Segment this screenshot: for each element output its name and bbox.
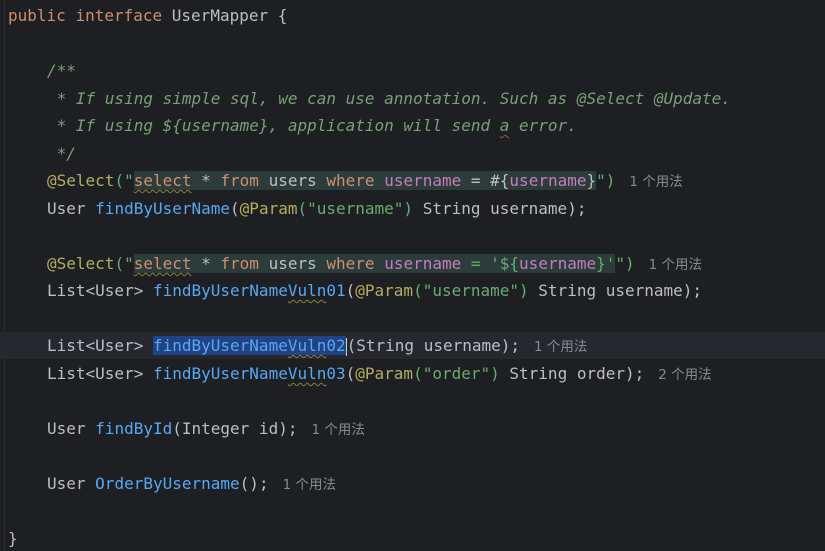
code-line-comment-end[interactable]: */	[0, 140, 825, 167]
code-line-find-by-user-name[interactable]: User findByUserName(@Param("username") S…	[0, 195, 825, 222]
close-brace: }	[8, 529, 18, 548]
param-string: ("username")	[297, 199, 414, 218]
usage-hint[interactable]: 1 个用法	[534, 339, 587, 355]
usage-hint[interactable]: 1 个用法	[283, 477, 336, 493]
method-rest: ();	[239, 474, 269, 493]
comment-typo-a: a	[499, 116, 510, 135]
code-line-select-vuln[interactable]: @Select("select * from users where usern…	[0, 250, 825, 277]
code-line-interface-declaration[interactable]: public interface UserMapper {	[0, 2, 825, 29]
code-line-select-safe[interactable]: @Select("select * from users where usern…	[0, 167, 825, 194]
param-annotation: @Param	[355, 364, 414, 383]
param-rest: String username);	[528, 281, 703, 300]
method-order-by-username[interactable]: OrderByUsername	[95, 474, 240, 493]
keyword-public: public	[8, 6, 66, 25]
code-line-vuln01[interactable]: List<User> findByUserNameVuln01(@Param("…	[0, 277, 825, 304]
method-rest: (Integer id);	[172, 419, 298, 438]
code-line-order-by-username[interactable]: User OrderByUsername(); 1 个用法	[0, 470, 825, 497]
comment-close: */	[47, 144, 76, 163]
method-find-by-user-name[interactable]: findByUserName	[95, 199, 230, 218]
return-type: User	[47, 474, 96, 493]
method-vuln01[interactable]: findByUserNameVuln01	[153, 281, 346, 300]
string-close: ")	[615, 254, 635, 273]
comment-text-annotation: * If using simple sql, we can use annota…	[47, 89, 731, 108]
param-rest: String order);	[499, 364, 645, 383]
param-string: ("order")	[413, 364, 500, 383]
select-annotation: @Select	[47, 254, 115, 273]
usage-hint[interactable]: 1 个用法	[649, 257, 702, 273]
usage-hint[interactable]: 1 个用法	[629, 174, 682, 190]
code-line-find-by-id[interactable]: User findById(Integer id); 1 个用法	[0, 415, 825, 442]
usage-hint[interactable]: 2 个用法	[658, 367, 711, 383]
return-type: User	[47, 199, 96, 218]
usage-hint[interactable]: 1 个用法	[311, 422, 364, 438]
code-line-comment-2[interactable]: * If using ${username}, application will…	[0, 112, 825, 139]
method-rest: (String username);	[346, 336, 521, 355]
code-line-vuln03[interactable]: List<User> findByUserNameVuln03(@Param("…	[0, 360, 825, 387]
param-rest: String username);	[413, 199, 587, 218]
comment-text-error: error.	[509, 116, 577, 135]
open-brace: {	[277, 6, 288, 25]
method-find-by-id[interactable]: findById	[95, 419, 172, 438]
interface-name[interactable]: UserMapper	[172, 6, 268, 25]
string-open: ("	[114, 254, 134, 273]
comment-open: /**	[47, 61, 76, 80]
param-annotation: @Param	[239, 199, 298, 218]
param-string: ("username")	[413, 281, 529, 300]
code-line-comment-start[interactable]: /**	[0, 57, 825, 84]
return-type: List<User>	[47, 364, 153, 383]
paren-open: (	[345, 281, 356, 300]
return-type: List<User>	[47, 336, 153, 355]
paren-open: (	[230, 199, 240, 218]
sql-injected-fragment: select * from users where username = '${…	[133, 254, 616, 273]
code-line-comment-1[interactable]: * If using simple sql, we can use annota…	[0, 85, 825, 112]
method-vuln02-selected[interactable]: findByUserNameVuln02	[152, 336, 346, 355]
comment-text-username: * If using ${username}, application will…	[47, 116, 500, 135]
code-line-vuln02-current[interactable]: List<User> findByUserNameVuln02(String u…	[0, 332, 825, 359]
paren-open: (	[345, 364, 356, 383]
keyword-interface: interface	[75, 6, 163, 25]
method-vuln03[interactable]: findByUserNameVuln03	[153, 364, 346, 383]
param-annotation: @Param	[355, 281, 414, 300]
sql-injected-fragment: select * from users where username = #{u…	[133, 171, 597, 190]
string-open: ("	[114, 171, 134, 190]
code-editor[interactable]: public interface UserMapper { /** * If u…	[0, 0, 825, 551]
return-type: User	[47, 419, 96, 438]
select-annotation: @Select	[47, 171, 115, 190]
return-type: List<User>	[47, 281, 153, 300]
code-line-close-brace[interactable]: }	[0, 525, 825, 551]
string-close: ")	[596, 171, 616, 190]
